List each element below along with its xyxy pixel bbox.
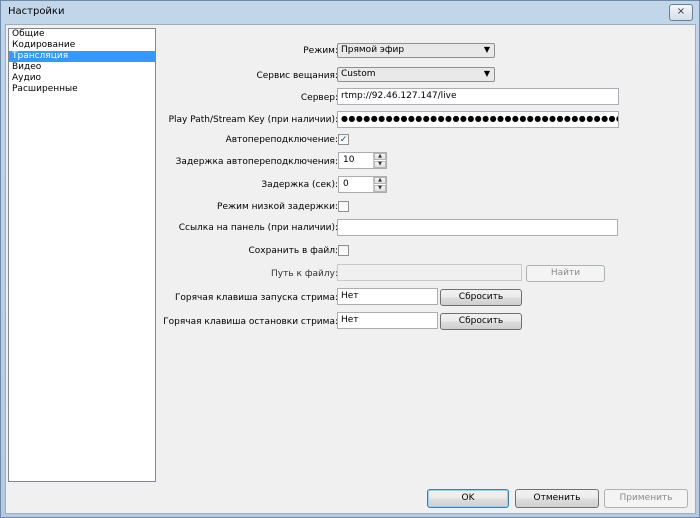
service-dropdown[interactable]: Custom ▼ [337,67,495,82]
service-label: Сервис вещания: [256,71,338,81]
save-to-file-label: Сохранить в файл: [248,246,339,256]
chevron-down-icon: ▼ [483,69,490,78]
spin-up-icon[interactable]: ▲ [374,153,386,160]
mode-label: Режим: [303,46,338,56]
ok-button[interactable]: OK [427,489,509,508]
low-latency-label: Режим низкой задержки: [217,202,338,212]
reconnect-delay-label: Задержка автопереподключения: [175,157,338,167]
settings-window: Настройки × Общие Кодирование Трансляция… [0,0,700,518]
settings-category-list: Общие Кодирование Трансляция Видео Аудио… [8,28,156,482]
sidebar-item-audio[interactable]: Аудио [9,73,155,84]
cancel-button[interactable]: Отменить [515,489,599,508]
dashboard-link-label: Ссылка на панель (при наличии): [178,223,338,233]
sidebar-item-general[interactable]: Общие [9,29,155,40]
delay-value: 0 [343,179,349,189]
close-icon: × [676,6,686,17]
spin-down-icon[interactable]: ▼ [374,161,386,168]
reset-start-hotkey-button[interactable]: Сбросить [440,289,522,306]
browse-button[interactable]: Найти [526,265,605,282]
autoreconnect-label: Автопереподключение: [225,135,338,145]
start-hotkey-label: Горячая клавиша запуска стрима: [174,293,338,303]
title-bar[interactable]: Настройки × [1,1,699,23]
delay-stepper[interactable]: 0 ▲ ▼ [338,176,387,193]
apply-button[interactable]: Применить [604,489,688,508]
spin-up-icon[interactable]: ▲ [374,177,386,184]
stream-key-input[interactable]: ●●●●●●●●●●●●●●●●●●●●●●●●●●●●●●●●●●●●●●●●… [337,111,619,128]
low-latency-checkbox[interactable] [338,201,349,212]
sidebar-item-video[interactable]: Видео [9,62,155,73]
sidebar-item-advanced[interactable]: Расширенные [9,84,155,95]
reconnect-delay-value: 10 [343,155,355,165]
delay-label: Задержка (сек): [261,180,338,190]
close-button[interactable]: × [669,4,693,21]
autoreconnect-checkbox[interactable]: ✓ [338,134,349,145]
save-to-file-checkbox[interactable] [338,245,349,256]
chevron-down-icon: ▼ [483,45,490,54]
server-label: Сервер: [300,93,338,103]
start-hotkey-input[interactable]: Нет [337,288,438,305]
spin-buttons: ▲ ▼ [373,177,386,192]
server-input[interactable]: rtmp://92.46.127.147/live [337,88,619,105]
reconnect-delay-stepper[interactable]: 10 ▲ ▼ [338,152,387,169]
dashboard-link-input[interactable] [337,219,618,236]
mode-value: Прямой эфир [341,45,405,55]
file-path-label: Путь к файлу: [271,269,338,279]
spin-down-icon[interactable]: ▼ [374,185,386,192]
window-title: Настройки [8,6,65,17]
stop-hotkey-label: Горячая клавиша остановки стрима: [163,317,338,327]
service-value: Custom [341,69,376,79]
spin-buttons: ▲ ▼ [373,153,386,168]
mode-dropdown[interactable]: Прямой эфир ▼ [337,43,495,58]
client-area: Общие Кодирование Трансляция Видео Аудио… [5,24,696,514]
check-icon: ✓ [339,135,348,145]
sidebar-item-broadcast[interactable]: Трансляция [9,51,155,62]
reset-stop-hotkey-button[interactable]: Сбросить [440,313,522,330]
file-path-input[interactable] [337,264,522,281]
sidebar-item-encoding[interactable]: Кодирование [9,40,155,51]
stream-key-label: Play Path/Stream Key (при наличии): [168,115,338,125]
stop-hotkey-input[interactable]: Нет [337,312,438,329]
